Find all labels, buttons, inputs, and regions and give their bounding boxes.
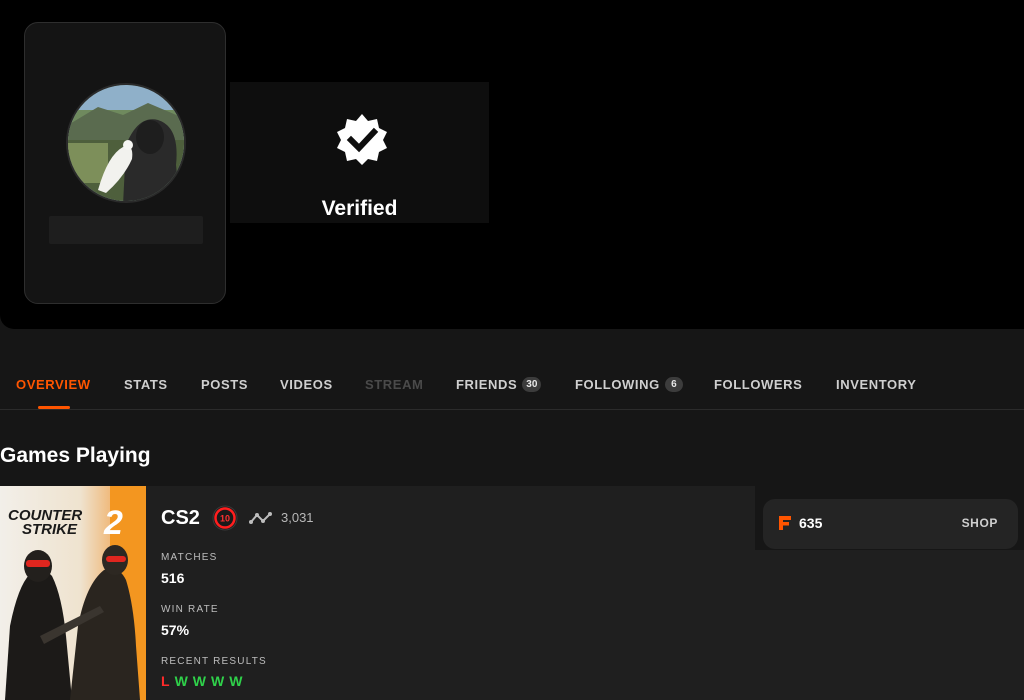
tab-following[interactable]: FOLLOWING 6 (575, 377, 683, 392)
tab-label: POSTS (201, 377, 249, 392)
tab-label: OVERVIEW (16, 377, 91, 392)
win-rate-value: 57% (161, 622, 190, 638)
following-count-badge: 6 (664, 377, 683, 392)
tab-label: FRIENDS (456, 377, 518, 392)
recent-results-label: RECENT RESULTS (161, 656, 267, 667)
cover-number: 2 (103, 504, 123, 542)
result-item: L (161, 673, 170, 689)
matches-value: 516 (161, 570, 185, 586)
game-cover-image[interactable]: COUNTER STRIKE 2 (0, 486, 146, 700)
game-card-cs2[interactable]: COUNTER STRIKE 2 CS2 10 3,031 MATCHES 51… (0, 486, 1024, 700)
verified-label: Verified (321, 197, 398, 220)
tab-posts[interactable]: POSTS (201, 377, 248, 392)
tab-overview[interactable]: OVERVIEW (16, 377, 91, 392)
tab-label: STATS (124, 377, 168, 392)
shop-panel: 635 SHOP (755, 486, 1024, 550)
faceit-points-icon (779, 516, 791, 530)
profile-banner: Verified (0, 0, 1024, 329)
tab-followers[interactable]: FOLLOWERS (714, 377, 802, 392)
recent-results: L W W W W (161, 673, 242, 689)
tab-label: FOLLOWING (575, 377, 660, 392)
skill-level-icon: 10 (212, 505, 238, 531)
username-placeholder (49, 216, 203, 244)
result-item: W (192, 673, 206, 689)
active-tab-indicator (38, 406, 70, 409)
cover-title-line2: STRIKE (22, 521, 78, 538)
friends-count-badge: 30 (522, 377, 542, 392)
result-item: W (229, 673, 243, 689)
games-section-title: Games Playing (0, 444, 151, 467)
tab-inventory[interactable]: INVENTORY (836, 377, 917, 392)
verified-panel: Verified (230, 82, 489, 223)
avatar[interactable] (66, 83, 186, 203)
profile-card (24, 22, 226, 304)
elo-icon (249, 512, 272, 524)
elo-value: 3,031 (281, 510, 314, 525)
tab-label: STREAM (365, 377, 424, 392)
tab-stats[interactable]: STATS (124, 377, 168, 392)
tab-label: FOLLOWERS (714, 377, 803, 392)
tab-label: INVENTORY (836, 377, 917, 392)
points-shop-bar: 635 SHOP (763, 499, 1018, 549)
skill-level-value: 10 (220, 514, 230, 524)
shop-button[interactable]: SHOP (962, 516, 998, 530)
game-name: CS2 (161, 507, 200, 529)
tab-label: VIDEOS (280, 377, 333, 392)
profile-tabs: OVERVIEW STATS POSTS VIDEOS STREAM FRIEN… (0, 366, 1024, 410)
tab-friends[interactable]: FRIENDS 30 (456, 377, 542, 392)
result-item: W (174, 673, 188, 689)
tab-videos[interactable]: VIDEOS (280, 377, 333, 392)
matches-label: MATCHES (161, 552, 218, 563)
result-item: W (211, 673, 225, 689)
points-value: 635 (799, 515, 823, 531)
tab-stream: STREAM (365, 377, 424, 392)
win-rate-label: WIN RATE (161, 604, 219, 615)
verified-badge-icon (337, 114, 387, 165)
